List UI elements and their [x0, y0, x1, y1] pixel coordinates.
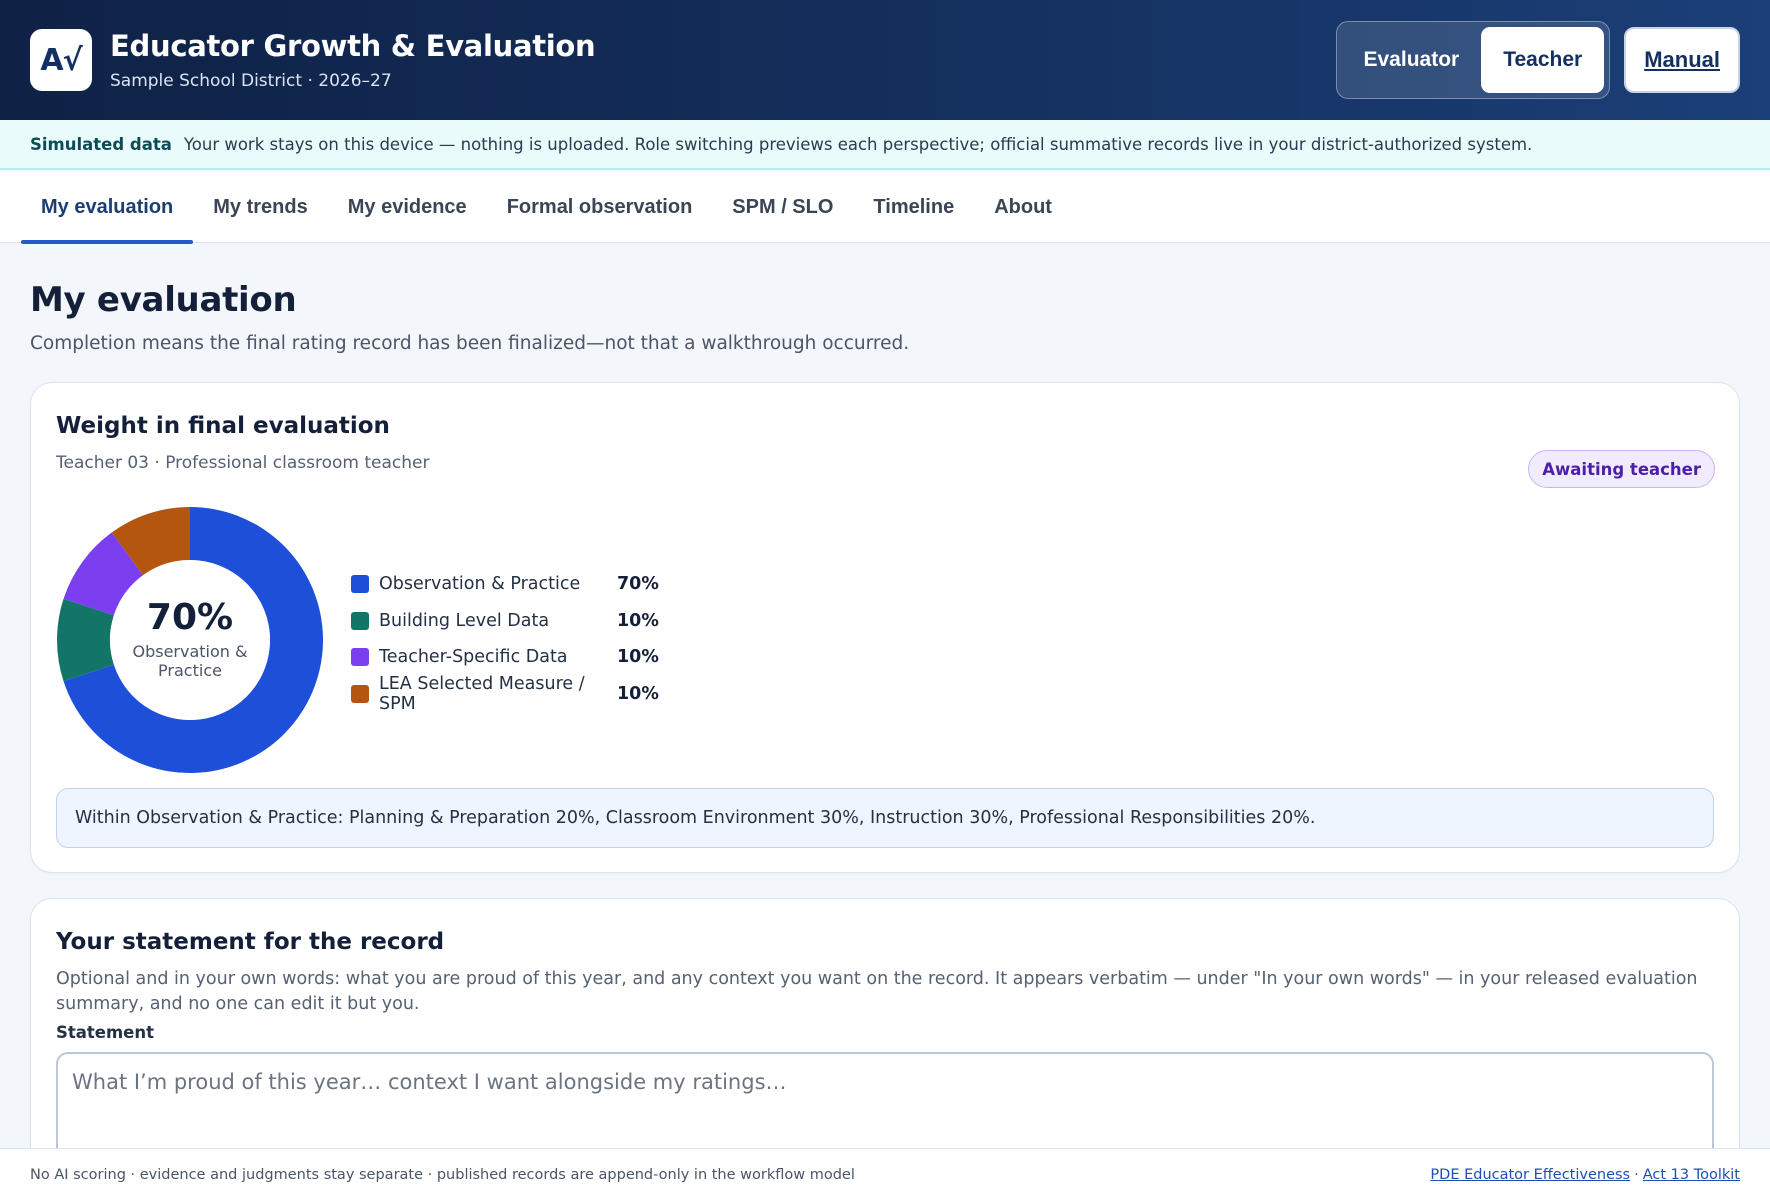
app-header: A√ Educator Growth & Evaluation Sample S…: [0, 0, 1770, 120]
footer-text: No AI scoring · evidence and judgments s…: [30, 1166, 855, 1183]
act-13-toolkit-link[interactable]: Act 13 Toolkit: [1643, 1167, 1740, 1183]
statement-field-label: Statement: [56, 1023, 155, 1042]
footer-links: PDE Educator Effectiveness · Act 13 Tool…: [1430, 1167, 1740, 1183]
teacher-subtitle: Teacher 03 · Professional classroom teac…: [56, 453, 430, 473]
weight-card: Weight in final evaluation Teacher 03 · …: [30, 382, 1740, 873]
legend-swatch: [351, 611, 369, 630]
tab-formal-observation[interactable]: Formal observation: [487, 171, 713, 243]
tab-my-evidence[interactable]: My evidence: [328, 171, 487, 243]
legend-item: Building Level Data 10%: [351, 603, 659, 640]
legend-swatch: [351, 684, 369, 703]
tab-bar: My evaluation My trends My evidence Form…: [0, 171, 1770, 244]
legend-item: Observation & Practice 70%: [351, 566, 659, 603]
banner-label: Simulated data: [30, 134, 172, 154]
legend-label: LEA Selected Measure / SPM: [379, 673, 585, 714]
tab-my-trends[interactable]: My trends: [193, 171, 327, 243]
role-teacher-button[interactable]: Teacher: [1481, 27, 1605, 93]
app-logo-icon: A√: [30, 29, 92, 91]
legend-swatch: [351, 648, 369, 667]
app-title: Educator Growth & Evaluation: [110, 29, 596, 63]
statement-card-title: Your statement for the record: [56, 929, 445, 955]
donut-center: 70% Observation & Practice: [127, 577, 253, 703]
legend-value: 10%: [617, 647, 659, 668]
chart-legend: Observation & Practice 70% Building Leve…: [351, 566, 659, 714]
tab-my-evaluation[interactable]: My evaluation: [21, 171, 194, 244]
pde-educator-effectiveness-link[interactable]: PDE Educator Effectiveness: [1430, 1167, 1630, 1183]
donut-center-label: Observation & Practice: [132, 641, 248, 680]
role-switch: Evaluator Teacher: [1335, 21, 1611, 99]
statement-description: Optional and in your own words: what you…: [56, 969, 1698, 1014]
legend-value: 10%: [617, 610, 659, 631]
role-evaluator-button[interactable]: Evaluator: [1342, 27, 1482, 93]
footer-separator: ·: [1634, 1166, 1639, 1183]
weight-card-title: Weight in final evaluation: [56, 413, 390, 439]
app-subtitle: Sample School District · 2026–27: [110, 71, 392, 91]
page-title: My evaluation: [30, 280, 297, 320]
legend-value: 10%: [617, 683, 659, 704]
legend-value: 70%: [617, 574, 659, 595]
legend-label: Observation & Practice: [379, 574, 581, 595]
weight-donut-chart: 70% Observation & Practice: [55, 505, 325, 775]
manual-button[interactable]: Manual: [1624, 27, 1740, 93]
header-actions: Evaluator Teacher Manual: [1335, 21, 1740, 99]
tab-about[interactable]: About: [974, 171, 1072, 243]
legend-item: Teacher-Specific Data 10%: [351, 639, 659, 676]
status-badge: Awaiting teacher: [1528, 450, 1715, 488]
weight-breakdown-note: Within Observation & Practice: Planning …: [56, 788, 1714, 848]
legend-label: Building Level Data: [379, 610, 550, 631]
tab-timeline[interactable]: Timeline: [853, 171, 974, 243]
banner-text: Your work stays on this device — nothing…: [183, 134, 1533, 154]
footer: No AI scoring · evidence and judgments s…: [0, 1148, 1770, 1200]
brand: Educator Growth & Evaluation Sample Scho…: [110, 29, 596, 91]
legend-label: Teacher-Specific Data: [379, 647, 568, 668]
legend-item: LEA Selected Measure / SPM 10%: [351, 673, 659, 714]
legend-swatch: [351, 575, 369, 594]
simulated-data-banner: Simulated data Your work stays on this d…: [0, 120, 1770, 170]
donut-center-percent: 70%: [146, 596, 234, 638]
page-subtitle: Completion means the final rating record…: [30, 333, 910, 354]
tab-spm-slo[interactable]: SPM / SLO: [712, 171, 853, 243]
